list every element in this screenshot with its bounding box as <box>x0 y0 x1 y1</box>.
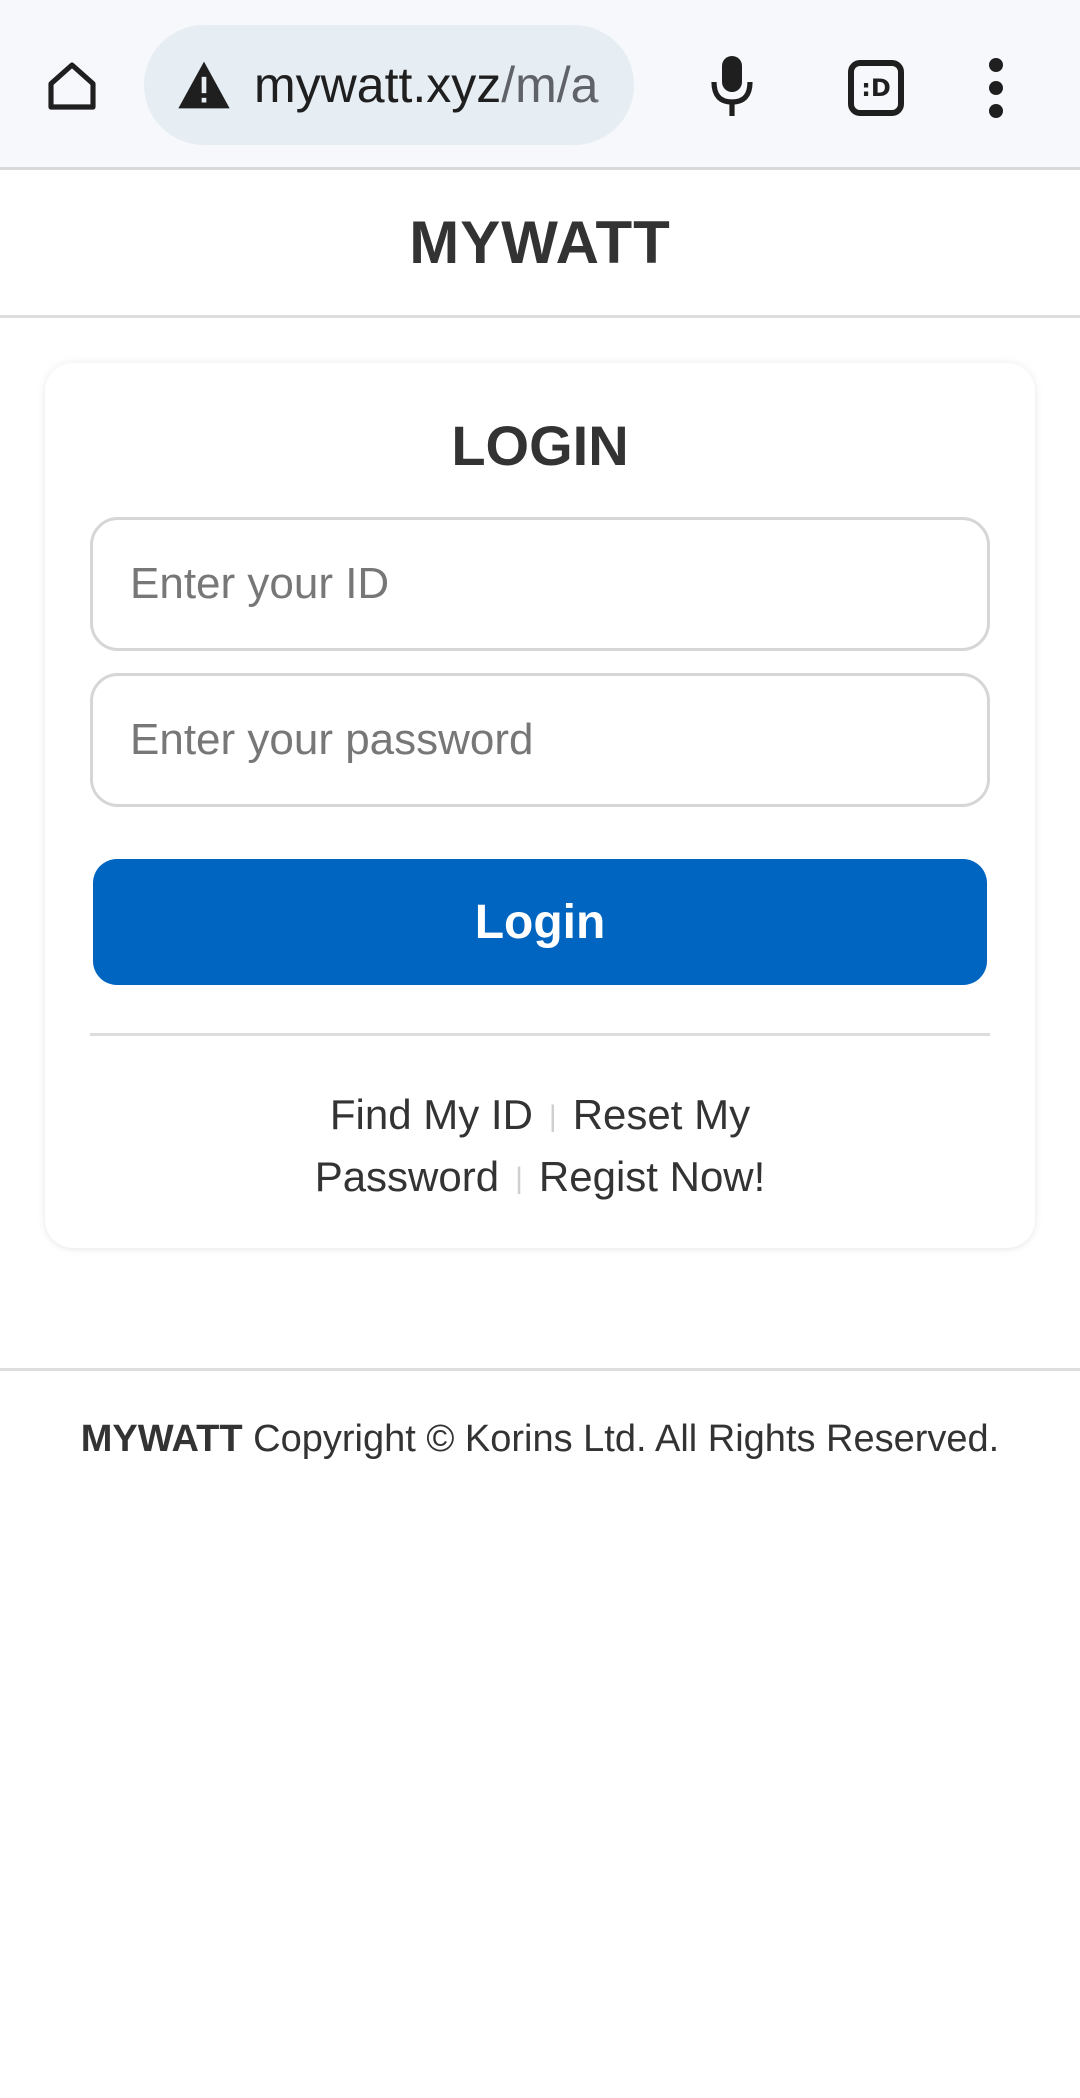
id-input[interactable] <box>90 517 990 651</box>
register-link[interactable]: Regist Now! <box>539 1153 765 1200</box>
mic-icon <box>711 56 753 116</box>
tab-switcher-button[interactable]: :D <box>840 52 912 124</box>
voice-search-button[interactable] <box>696 48 768 124</box>
footer-divider <box>0 1368 1080 1371</box>
divider <box>90 1033 990 1036</box>
more-vert-icon-dot <box>989 104 1003 118</box>
url-fade <box>594 25 634 145</box>
more-menu-button[interactable] <box>966 52 1026 124</box>
link-separator: | <box>548 1100 557 1133</box>
site-logo[interactable]: MYWATT <box>409 208 671 277</box>
login-button[interactable]: Login <box>93 859 987 985</box>
footer-copyright: Copyright © Korins Ltd. All Rights Reser… <box>253 1418 1000 1460</box>
home-button[interactable] <box>36 50 108 122</box>
login-title: LOGIN <box>451 414 629 477</box>
browser-toolbar: mywatt.xyz/m/a :D <box>0 0 1080 170</box>
site-header: MYWATT <box>0 170 1080 318</box>
url-path: /m/a <box>501 57 599 113</box>
footer-brand: MYWATT <box>80 1418 243 1460</box>
password-input[interactable] <box>90 673 990 807</box>
tab-switcher-icon: :D <box>848 60 904 116</box>
url-text: mywatt.xyz/m/a <box>254 56 599 114</box>
home-icon <box>48 62 96 110</box>
more-vert-icon <box>989 58 1003 72</box>
find-id-link[interactable]: Find My ID <box>330 1091 533 1138</box>
account-links: Find My ID | Reset My Password | Regist Now! <box>155 1085 925 1209</box>
login-card: LOGIN Login Find My ID|Reset My Password… <box>45 363 1035 1248</box>
footer: MYWATT Copyright © Korins Ltd. All Right… <box>0 1418 1080 1461</box>
warning-icon[interactable] <box>174 55 234 115</box>
address-bar[interactable]: mywatt.xyz/m/a <box>144 25 634 145</box>
link-separator: | <box>515 1162 523 1195</box>
url-domain: mywatt.xyz <box>254 57 502 113</box>
more-vert-icon-dot <box>989 81 1003 95</box>
